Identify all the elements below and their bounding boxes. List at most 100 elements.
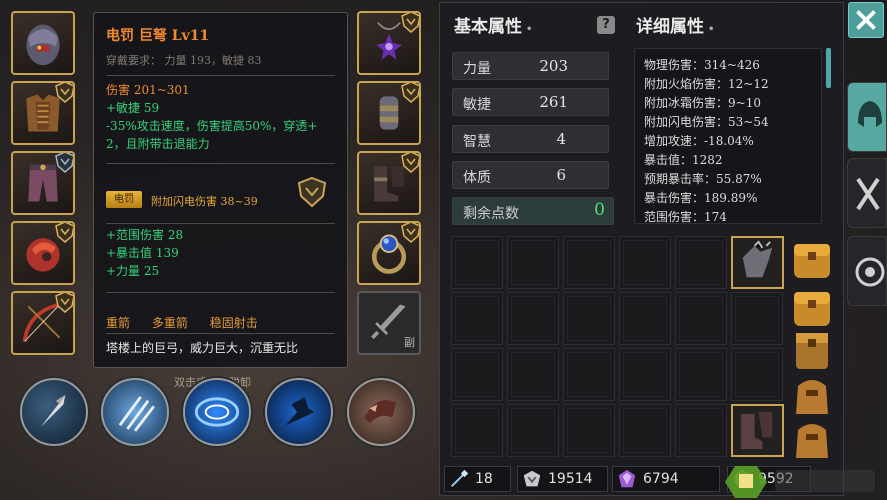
gauntlet-icon (742, 240, 773, 278)
inventory-item-gauntlet[interactable] (731, 236, 784, 289)
gems-value: 6794 (643, 471, 679, 487)
skill-slot-3[interactable] (183, 378, 251, 446)
inventory-cell[interactable] (619, 348, 671, 401)
stat-value: 4 (556, 130, 566, 148)
equip-slot-amulet[interactable] (357, 11, 421, 75)
equip-slot-boots[interactable] (357, 151, 421, 215)
rarity-shield-icon (55, 153, 73, 173)
inventory-cell[interactable] (507, 404, 559, 457)
inventory-cell[interactable] (563, 348, 615, 401)
inventory-item-boots[interactable] (731, 404, 784, 457)
cell-frame (623, 352, 667, 397)
rarity-shield-icon (401, 83, 419, 103)
inventory-cell[interactable] (619, 236, 671, 289)
help-icon[interactable]: ? (597, 16, 615, 34)
inventory-cell[interactable] (731, 348, 783, 401)
socket-shield-icon (297, 176, 327, 208)
helmet-icon (26, 24, 60, 66)
cell-frame (511, 296, 555, 341)
skill-slot-5[interactable] (347, 378, 415, 446)
stat-value: 6 (556, 166, 566, 184)
inventory-cell[interactable] (675, 236, 727, 289)
detail-line: 暴击值：1282 (644, 153, 723, 167)
divider (106, 292, 335, 293)
multishot-icon (118, 396, 155, 432)
bag-icon (796, 333, 828, 369)
inventory-cell[interactable] (619, 404, 671, 457)
detailed-attributes-list[interactable]: 物理伤害：314~426 附加火焰伤害：12~12 附加冰霜伤害：9~10 附加… (634, 48, 822, 224)
item-special-line-2: 2，且附带击退能力 (106, 137, 210, 151)
extra-stat: +范围伤害 28 (106, 228, 184, 242)
cell-frame (567, 296, 611, 341)
divider (106, 333, 335, 334)
dash-icon (285, 396, 315, 426)
inventory-cell[interactable] (507, 348, 559, 401)
equip-slot-offhand[interactable]: 副 (357, 291, 421, 355)
rarity-shield-icon (401, 223, 419, 243)
skill-slot-2[interactable] (101, 378, 169, 446)
tab-character[interactable] (847, 82, 887, 152)
detail-scrollbar[interactable] (826, 48, 831, 88)
trait: 多重箭 (151, 316, 188, 330)
helmet-icon (858, 101, 882, 127)
equip-slot-armor[interactable] (11, 81, 75, 145)
bag-icon (794, 244, 830, 278)
tab-inventory[interactable] (847, 158, 887, 228)
inventory-cell[interactable] (451, 348, 503, 401)
crest-icon (523, 470, 541, 487)
cell-frame (567, 240, 611, 285)
inventory-cell[interactable] (619, 292, 671, 345)
bag-slot-4[interactable] (790, 370, 834, 420)
cell-frame (735, 296, 779, 341)
equip-slot-helmet[interactable] (11, 11, 75, 75)
equip-slot-gloves[interactable] (11, 221, 75, 285)
inventory-cell[interactable] (451, 292, 503, 345)
cell-frame (455, 352, 499, 397)
inventory-cell[interactable] (507, 292, 559, 345)
site-logo (725, 466, 875, 498)
divider (106, 163, 335, 164)
inventory-cell[interactable] (731, 292, 783, 345)
inventory-cell[interactable] (507, 236, 559, 289)
inventory-cell[interactable] (563, 236, 615, 289)
cell-frame (455, 408, 499, 453)
currency-arrows: 18 (444, 466, 511, 492)
equip-slot-weapon[interactable] (11, 291, 75, 355)
inventory-cell[interactable] (675, 404, 727, 457)
bag-slot-1[interactable] (790, 234, 834, 284)
stat-label: 力量 (463, 61, 491, 77)
item-description: 塔楼上的巨弓，威力巨大，沉重无比 (106, 341, 299, 355)
skill-slot-4[interactable] (265, 378, 333, 446)
item-name: 电罚 巨弩 Lv11 (106, 28, 210, 44)
cell-frame (511, 408, 555, 453)
stat-label: 体质 (463, 170, 491, 186)
offhand-label: 副 (404, 336, 415, 349)
close-button[interactable] (848, 2, 884, 38)
item-traits: 重箭 多重箭 稳固射击 (106, 314, 258, 331)
stat-row-remaining-points: 剩余点数 0 (452, 197, 614, 225)
inventory-cell[interactable] (451, 404, 503, 457)
cell-frame (623, 408, 667, 453)
inventory-cell[interactable] (563, 292, 615, 345)
equip-slot-ring[interactable] (357, 221, 421, 285)
item-damage: 伤害 201~301 (106, 83, 190, 97)
detail-line: 范围伤害：174 (644, 210, 727, 224)
cell-frame (679, 352, 723, 397)
skill-slot-1[interactable] (20, 378, 88, 446)
inventory-cell[interactable] (563, 404, 615, 457)
bag-slot-3[interactable] (790, 325, 834, 375)
currency-silver: 19514 (517, 466, 608, 492)
equip-slot-pants[interactable] (11, 151, 75, 215)
arrows-value: 18 (475, 471, 493, 487)
bag-slot-5[interactable] (790, 414, 834, 464)
inventory-cell[interactable] (451, 236, 503, 289)
detailed-attributes-title: 详细属性 • (636, 17, 715, 37)
detail-line: 暴击伤害：189.89% (644, 191, 758, 205)
equip-slot-bracer[interactable] (357, 81, 421, 145)
detail-line: 附加冰霜伤害：9~10 (644, 96, 761, 110)
stat-value: 261 (539, 93, 568, 111)
inventory-cell[interactable] (675, 348, 727, 401)
rarity-shield-icon (401, 153, 419, 173)
tab-settings[interactable] (847, 236, 887, 306)
inventory-cell[interactable] (675, 292, 727, 345)
